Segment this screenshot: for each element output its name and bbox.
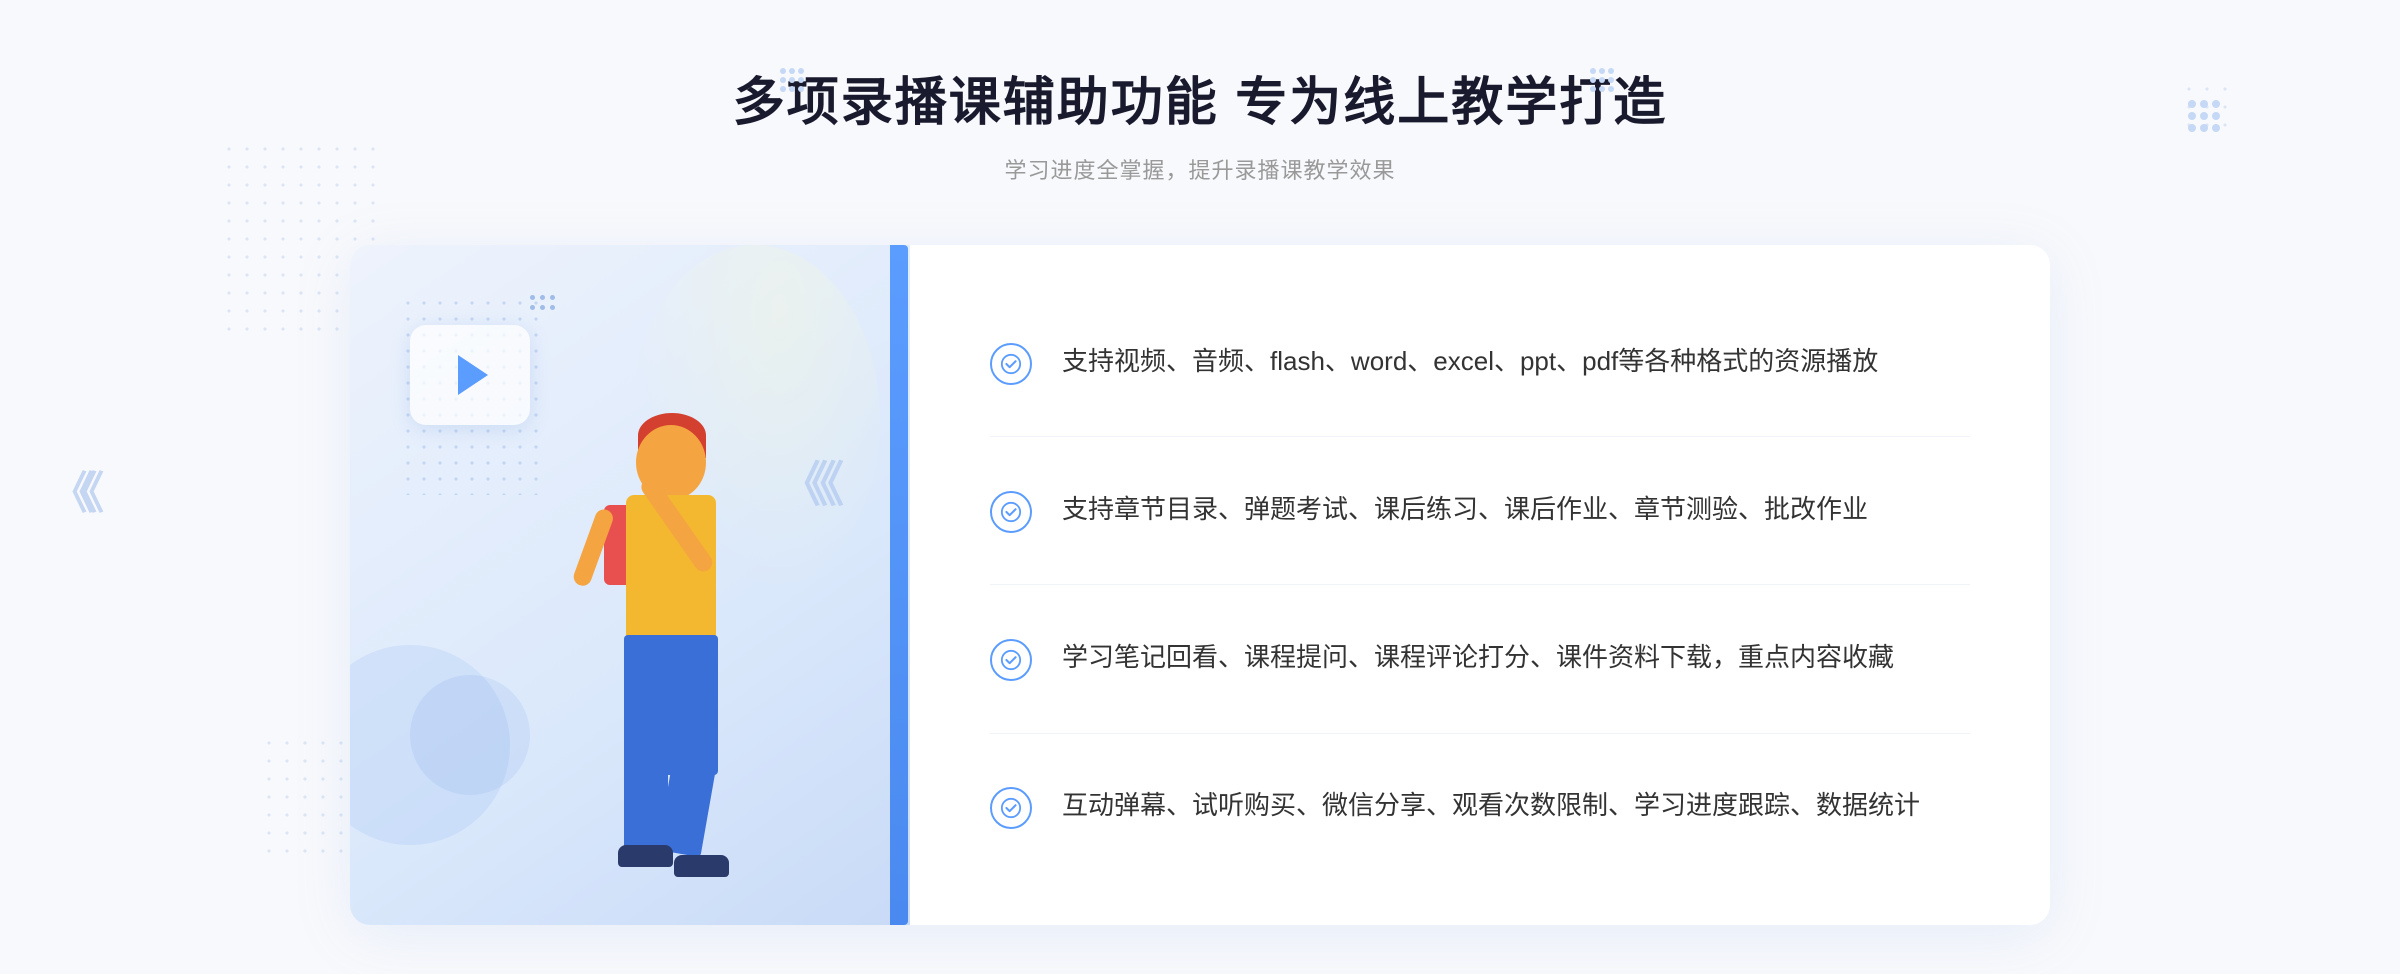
play-button-card — [410, 325, 530, 425]
outer-chevrons-decoration: 《《 — [50, 457, 92, 521]
right-features-panel: 支持视频、音频、flash、word、excel、ppt、pdf等各种格式的资源… — [910, 245, 2050, 925]
character-illustration — [546, 365, 826, 925]
divider-1 — [990, 436, 1970, 437]
feature-item-1: 支持视频、音频、flash、word、excel、ppt、pdf等各种格式的资源… — [990, 321, 1970, 405]
header-section: 多项录播课辅助功能 专为线上教学打造 学习进度全掌握，提升录播课教学效果 — [733, 60, 1667, 185]
main-content-card: 支持视频、音频、flash、word、excel、ppt、pdf等各种格式的资源… — [350, 245, 2050, 925]
checkmark-svg-1 — [1000, 353, 1022, 375]
check-icon-1 — [990, 343, 1032, 385]
check-icon-2 — [990, 491, 1032, 533]
sub-title: 学习进度全掌握，提升录播课教学效果 — [733, 153, 1667, 185]
feature-item-2: 支持章节目录、弹题考试、课后练习、课后作业、章节测验、批改作业 — [990, 469, 1970, 553]
feature-text-1: 支持视频、音频、flash、word、excel、ppt、pdf等各种格式的资源… — [1062, 341, 1878, 383]
check-icon-4 — [990, 787, 1032, 829]
main-title: 多项录播课辅助功能 专为线上教学打造 — [733, 60, 1667, 135]
blue-accent-bar — [890, 245, 908, 925]
title-dots-right — [1590, 68, 1618, 96]
feature-item-3: 学习笔记回看、课程提问、课程评论打分、课件资料下载，重点内容收藏 — [990, 617, 1970, 701]
dots-near-play — [530, 295, 555, 310]
divider-3 — [990, 733, 1970, 734]
feature-text-2: 支持章节目录、弹题考试、课后练习、课后作业、章节测验、批改作业 — [1062, 489, 1868, 531]
char-pants — [624, 635, 718, 775]
divider-2 — [990, 584, 1970, 585]
deco-circle-small — [410, 675, 530, 795]
play-icon — [458, 355, 488, 395]
check-icon-3 — [990, 639, 1032, 681]
char-right-shoe — [674, 855, 729, 877]
checkmark-svg-4 — [1000, 797, 1022, 819]
checkmark-svg-2 — [1000, 501, 1022, 523]
feature-text-3: 学习笔记回看、课程提问、课程评论打分、课件资料下载，重点内容收藏 — [1062, 637, 1894, 679]
title-dots-left — [780, 68, 808, 96]
checkmark-svg-3 — [1000, 649, 1022, 671]
left-illustration-panel — [350, 245, 910, 925]
page-container: 《《 多项录播课辅助功能 专为线上教学打造 学习进度全掌握，提升录播课教学效果 — [0, 0, 2400, 974]
feature-item-4: 互动弹幕、试听购买、微信分享、观看次数限制、学习进度跟踪、数据统计 — [990, 765, 1970, 849]
feature-text-4: 互动弹幕、试听购买、微信分享、观看次数限制、学习进度跟踪、数据统计 — [1062, 785, 1920, 827]
char-left-shoe — [618, 845, 673, 867]
outer-dots-decoration — [2188, 100, 2220, 132]
